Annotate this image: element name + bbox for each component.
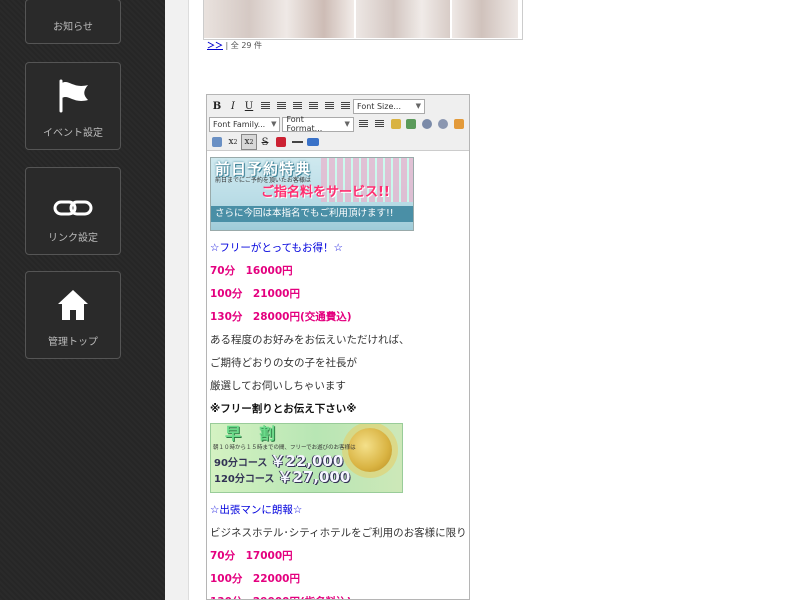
banner-title: 早割	[225, 424, 294, 443]
font-size-select[interactable]: Font Size... ▼	[353, 98, 425, 114]
business-title: ☆出張マンに朗報☆	[210, 504, 303, 516]
free-price-130: 130分 28000円(交通費込)	[210, 311, 352, 323]
business-desc: ビジネスホテル･シティホテルをご利用のお客様に限り	[210, 527, 467, 539]
sidebar-item-notices[interactable]: お知らせ	[25, 0, 121, 44]
business-price-100: 100分 22000円	[210, 573, 300, 585]
course-row-120: 120分コース ￥27,000	[214, 470, 350, 487]
early-discount-banner: 早割 朝１０時から１５時までの間、フリーでお遊びのお客様は 90分コース ￥22,…	[210, 423, 403, 493]
sidebar-item-link-settings[interactable]: リンク設定	[25, 167, 121, 255]
source-icon[interactable]	[451, 116, 467, 132]
editor-toolbar: B I U Font Size... ▼ Font Family... ▼ Font…	[207, 95, 469, 151]
thumbnail-image[interactable]	[450, 0, 518, 38]
free-title: ☆フリーがとってもお得！☆	[210, 242, 343, 254]
free-price-70: 70分 16000円	[210, 265, 293, 277]
sidebar-item-label: イベント設定	[43, 128, 103, 139]
pager-summary: | 全 29 件	[225, 41, 263, 50]
thumbnail-image[interactable]	[204, 0, 354, 38]
align-left-icon[interactable]	[257, 98, 273, 114]
link-icon[interactable]	[419, 116, 435, 132]
main-content: ＞＞ | 全 29 件 B I U Font Size... ▼ Font Fam…	[190, 0, 800, 600]
free-price-100: 100分 21000円	[210, 288, 300, 300]
align-right-icon[interactable]	[289, 98, 305, 114]
course-label: 120分コース	[214, 474, 275, 485]
font-size-value: Font Size...	[357, 101, 402, 111]
unordered-list-icon[interactable]	[337, 98, 353, 114]
italic-button[interactable]: I	[225, 98, 241, 114]
font-family-select[interactable]: Font Family... ▼	[209, 116, 281, 132]
sidebar-item-label: お知らせ	[53, 22, 93, 33]
unlink-icon[interactable]	[435, 116, 451, 132]
pager: ＞＞ | 全 29 件	[207, 40, 262, 51]
bold-button[interactable]: B	[209, 98, 225, 114]
business-price-70: 70分 17000円	[210, 550, 293, 562]
font-format-value: Font Format...	[286, 115, 323, 133]
font-format-select[interactable]: Font Format... ▼	[282, 115, 354, 133]
banner-subtitle: 前日までにご予約を頂いたお客様は	[215, 177, 311, 184]
sidebar-item-admin-top[interactable]: 管理トップ	[25, 271, 121, 359]
course-price: ￥27,000	[277, 468, 351, 486]
sidebar: お知らせ イベント設定 リンク設定 管理トップ	[0, 0, 165, 600]
rich-text-editor[interactable]: B I U Font Size... ▼ Font Family... ▼ Font…	[206, 94, 470, 600]
free-desc-line: ご期待どおりの女の子を社長が	[210, 357, 357, 369]
horizontal-rule-icon[interactable]	[289, 134, 305, 150]
insert-image-icon[interactable]	[404, 116, 420, 132]
outdent-icon[interactable]	[356, 116, 372, 132]
free-desc-line: ある程度のお好みをお伝えいただければ、	[210, 334, 410, 346]
align-justify-icon[interactable]	[305, 98, 321, 114]
banner-headline: ご指名料をサービス!!	[261, 185, 390, 200]
superscript-button[interactable]: x2	[241, 134, 257, 150]
banner-subtitle: 朝１０時から１５時までの間、フリーでお遊びのお客様は	[213, 445, 356, 451]
image-thumbnails	[203, 0, 523, 40]
chain-link-icon	[53, 198, 93, 221]
format-icon[interactable]	[209, 134, 225, 150]
sidebar-item-event-settings[interactable]: イベント設定	[25, 62, 121, 150]
banner-bottom-text: さらに今回は本指名でもご利用頂けます!!	[211, 206, 413, 222]
sidebar-item-label: 管理トップ	[48, 337, 98, 348]
align-center-icon[interactable]	[273, 98, 289, 114]
text-color-icon[interactable]	[273, 134, 289, 150]
html-icon[interactable]	[305, 134, 321, 150]
thumbnail-image[interactable]	[354, 0, 450, 38]
course-label: 90分コース	[214, 458, 268, 469]
flag-icon	[55, 79, 91, 116]
free-note: ※フリー割りとお伝え下さい※	[210, 403, 357, 415]
edit-icon[interactable]	[388, 116, 404, 132]
sidebar-item-label: リンク設定	[48, 233, 98, 244]
font-family-value: Font Family...	[213, 119, 266, 129]
underline-button[interactable]: U	[241, 98, 257, 114]
home-icon	[56, 288, 90, 325]
advance-booking-banner: 前日予約特典 前日までにご予約を頂いたお客様は ご指名料をサービス!! さらに今…	[210, 157, 414, 231]
pager-next-link[interactable]: ＞＞	[207, 41, 223, 50]
editor-content[interactable]: 前日予約特典 前日までにご予約を頂いたお客様は ご指名料をサービス!! さらに今…	[207, 151, 469, 599]
indent-icon[interactable]	[372, 116, 388, 132]
ordered-list-icon[interactable]	[321, 98, 337, 114]
strikethrough-button[interactable]: S	[257, 134, 273, 150]
gutter	[165, 0, 189, 600]
banner-title: 前日予約特典	[215, 160, 312, 178]
business-price-130: 130分 29000円(指名料込)	[210, 591, 466, 599]
subscript-button[interactable]: x2	[225, 134, 241, 150]
free-desc-line: 厳選してお伺いしちゃいます	[210, 380, 346, 392]
